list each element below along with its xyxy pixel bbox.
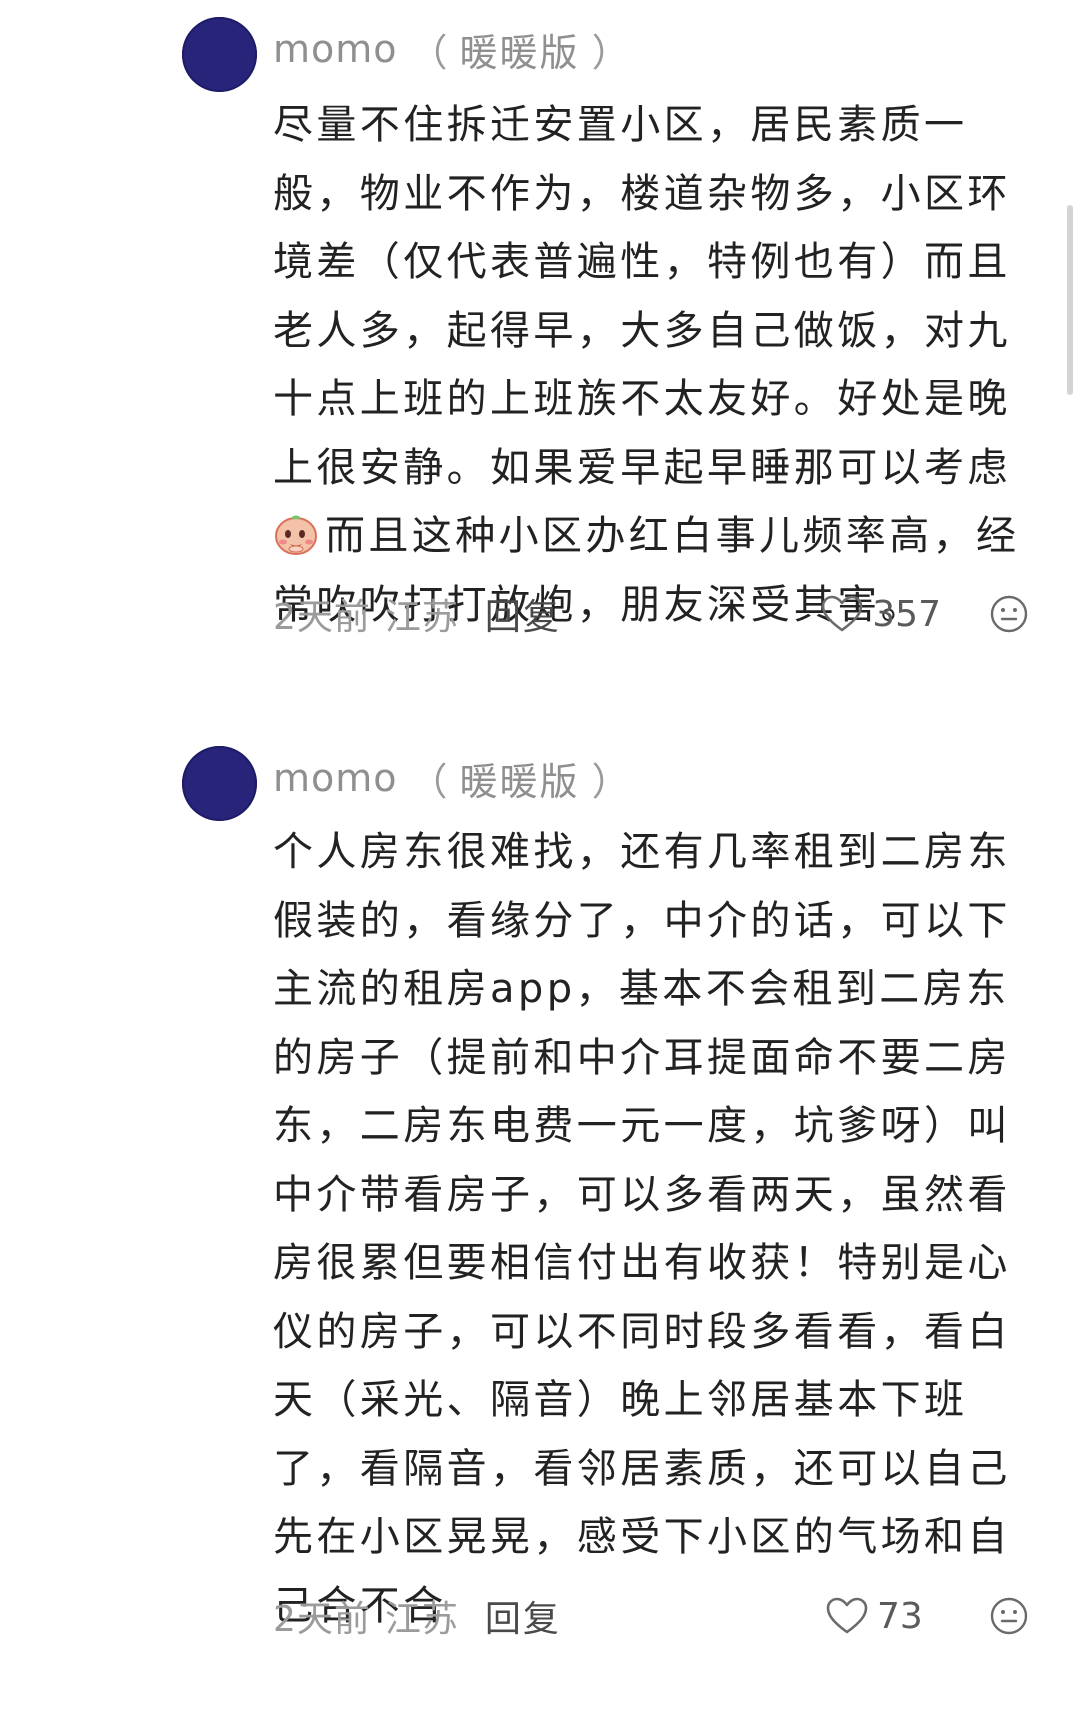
- like-button[interactable]: 357: [820, 594, 941, 635]
- comment-line: 尽量不住拆迁安置小区，居民素质一: [273, 102, 968, 148]
- comment-location: 江苏: [384, 1599, 459, 1640]
- heart-outline-icon: [826, 1597, 868, 1634]
- comment-line: 的房子（提前和中介耳提面命不要二房: [273, 1034, 1011, 1081]
- comment-line: 了，看隔音，看邻居素质，还可以自己: [273, 1445, 1011, 1492]
- comment-line: 主流的租房app，基本不会租到二房东: [273, 966, 1010, 1012]
- comment-line: 老人多，起得早，大多自己做饭，对九: [273, 307, 1011, 354]
- comment-line-with-emoji: 而且这种小区办红白事儿频率高，经: [273, 502, 1045, 571]
- comment-line: 般，物业不作为，楼道杂物多，小区环: [273, 170, 1011, 217]
- like-count: 73: [877, 1595, 923, 1637]
- user-nickname: 暖暖版: [459, 759, 580, 804]
- comment-line: 假装的，看缘分了，中介的话，可以下: [273, 897, 1011, 944]
- smiley-face-icon[interactable]: [989, 1596, 1029, 1636]
- paren-open: （: [409, 759, 448, 804]
- heart-outline-icon: [821, 595, 863, 632]
- paren-close: ）: [591, 30, 630, 75]
- like-button[interactable]: 73: [825, 1596, 941, 1637]
- paren-close: ）: [591, 759, 630, 804]
- comment-line: 上很安静。如果爱早起早睡那可以考虑: [273, 444, 1011, 491]
- comment-author: momo （ 暖暖版 ）: [273, 19, 642, 79]
- username[interactable]: momo: [273, 27, 398, 71]
- comment-line: 十点上班的上班族不太友好。好处是晚: [273, 376, 1011, 422]
- scrollbar[interactable]: [1067, 205, 1073, 395]
- comment-line: 中介带看房子，可以多看两天，虽然看: [273, 1171, 1011, 1218]
- comment-line-text: 而且这种小区办红白事儿频率高，经: [325, 513, 1020, 559]
- paren-open: （: [409, 30, 448, 75]
- username[interactable]: momo: [273, 756, 398, 800]
- like-count: 357: [872, 593, 941, 635]
- comment-line: 个人房东很难找，还有几率租到二房东: [273, 829, 1011, 875]
- comment-line: 仪的房子，可以不同时段多看看，看白: [273, 1308, 1011, 1355]
- comment-meta: 2天前 江苏 回复 357: [273, 587, 1029, 641]
- user-nickname: 暖暖版: [459, 30, 580, 75]
- comment-text: 尽量不住拆迁安置小区，居民素质一 般，物业不作为，楼道杂物多，小区环 境差（仅代…: [273, 91, 1045, 639]
- comment-line: 天（采光、隔音）晚上邻居基本下班: [273, 1377, 968, 1423]
- reply-button[interactable]: 回复: [485, 1590, 561, 1642]
- comment-line: 境差（仅代表普遍性，特例也有）而且: [273, 239, 1011, 285]
- comment-text: 个人房东很难找，还有几率租到二房东 假装的，看缘分了，中介的话，可以下 主流的租…: [273, 818, 1045, 1640]
- comment-line: 东，二房东电费一元一度，坑爹呀）叫: [273, 1103, 1011, 1149]
- comment-author: momo （ 暖暖版 ）: [273, 748, 642, 808]
- comment-meta: 2天前 江苏 回复 73: [273, 1589, 1029, 1643]
- comment-time: 2天前: [273, 1599, 371, 1640]
- smiley-face-icon[interactable]: [989, 594, 1029, 634]
- avatar[interactable]: [182, 17, 257, 92]
- reply-button[interactable]: 回复: [485, 588, 561, 640]
- comment-time: 2天前: [273, 597, 371, 638]
- avatar[interactable]: [182, 746, 257, 821]
- comment-line: 先在小区晃晃，感受下小区的气场和自: [273, 1514, 1011, 1560]
- blushing-face-emoji-icon: [275, 515, 317, 555]
- comment-location: 江苏: [384, 597, 459, 638]
- comment-line: 房很累但要相信付出有收获！特别是心: [273, 1240, 1011, 1286]
